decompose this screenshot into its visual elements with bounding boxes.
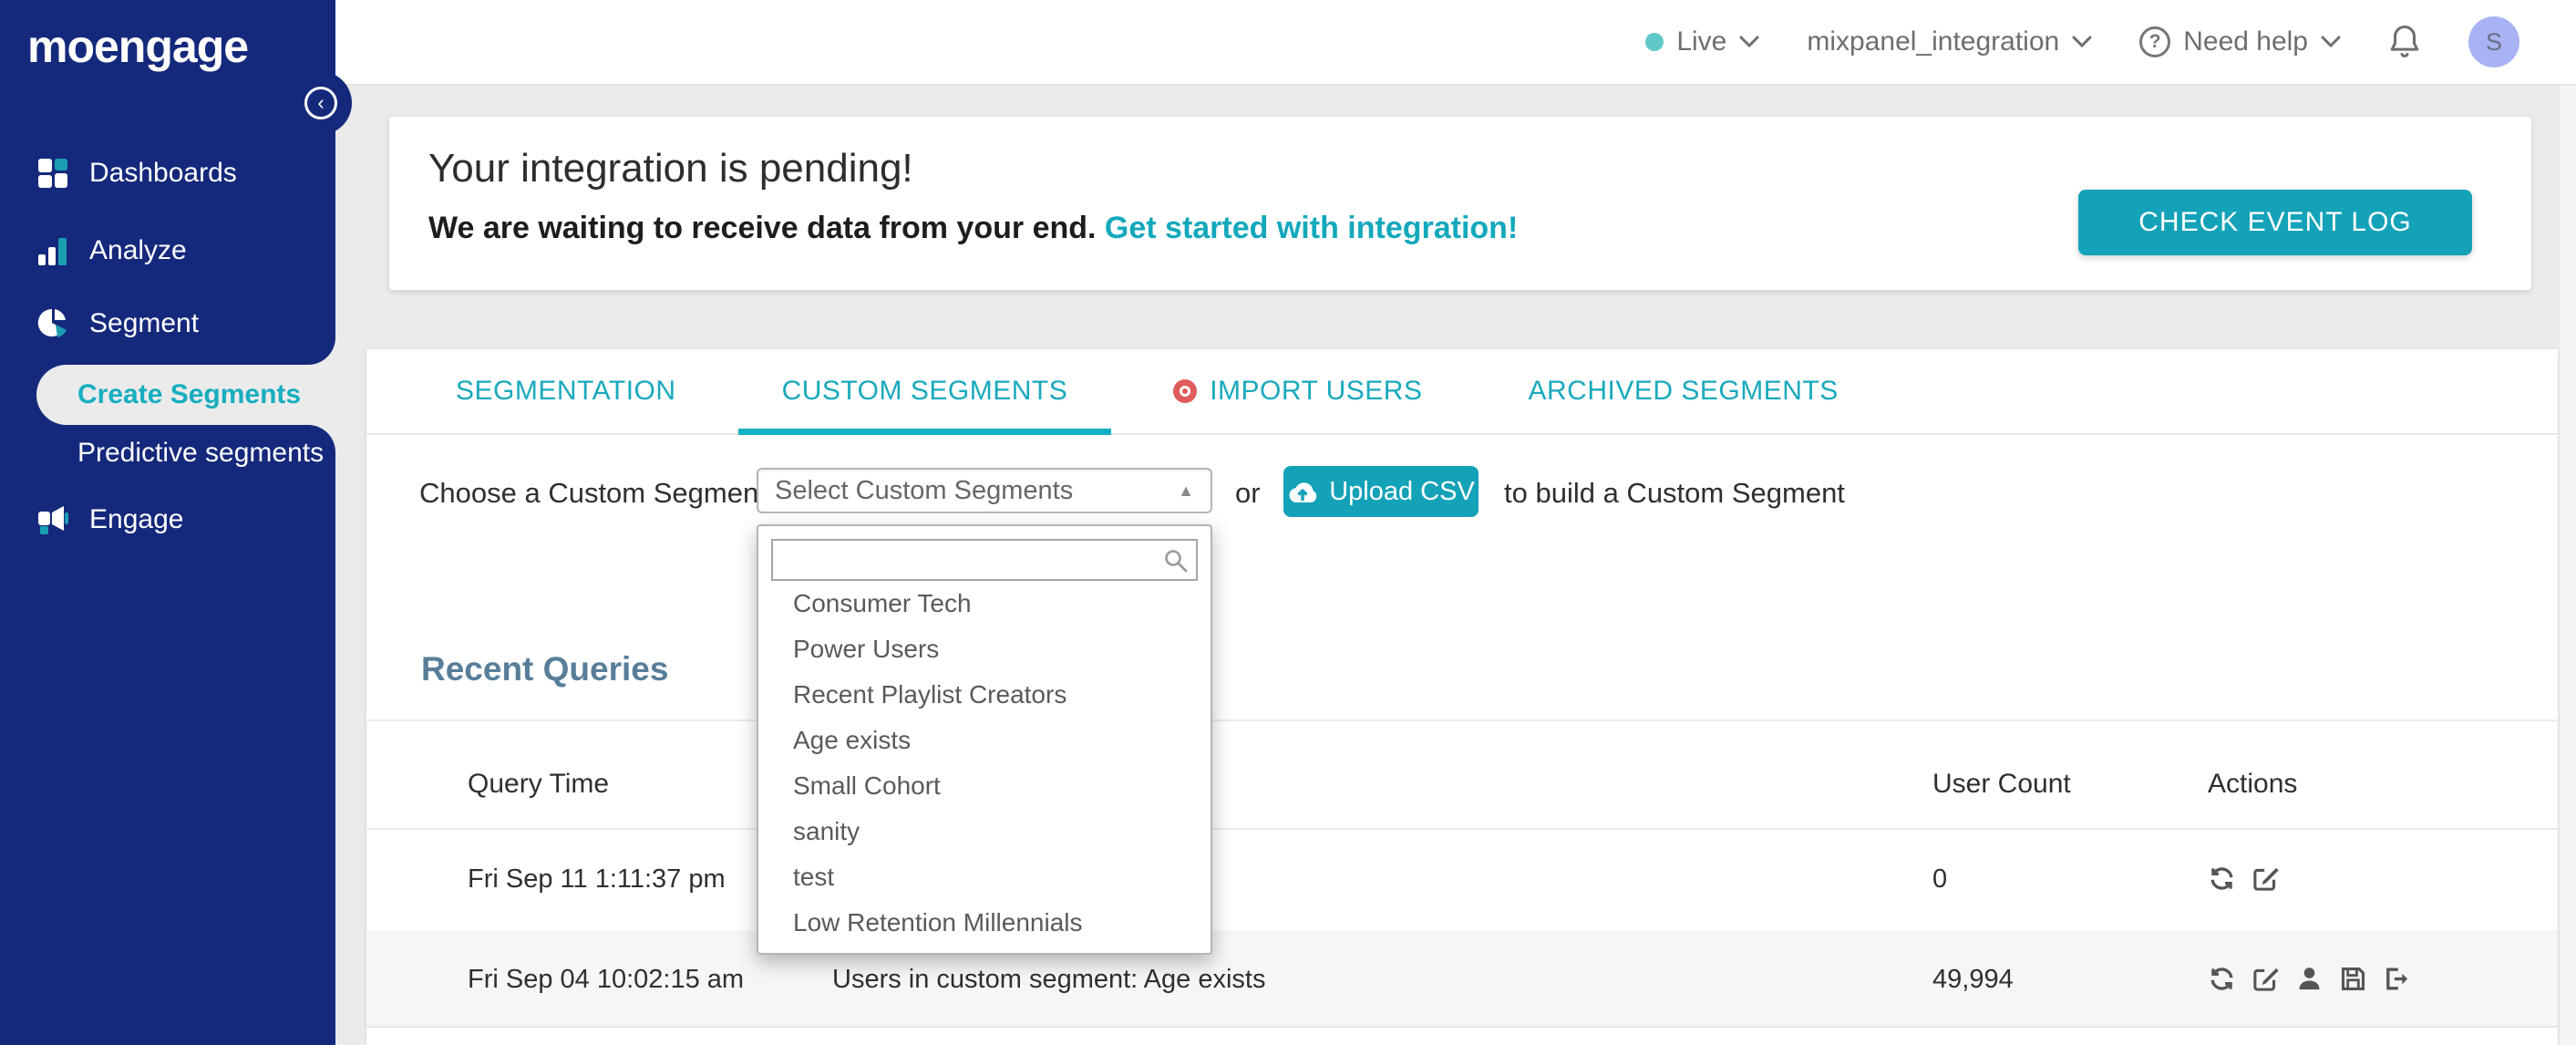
dropdown-option[interactable]: Small Cohort [771, 763, 1198, 809]
analyze-bars-icon [38, 238, 67, 265]
table-row: Fri Sep 04 10:02:15 am Users in custom s… [366, 930, 2558, 1028]
query-time-cell: Fri Sep 11 1:11:37 pm [468, 864, 726, 894]
sidebar-item-create-segments[interactable]: Create Segments [77, 379, 301, 410]
user-count-cell: 0 [1932, 864, 1948, 894]
sidebar-item-segment[interactable]: Segment [36, 307, 199, 340]
tab-label: CUSTOM SEGMENTS [781, 376, 1068, 406]
workspace-switcher[interactable]: mixpanel_integration [1807, 26, 2092, 57]
banner-subtitle-text: We are waiting to receive data from your… [428, 211, 1097, 245]
tab-bar: SEGMENTATION CUSTOM SEGMENTS IMPORT USER… [366, 349, 2558, 435]
banner-subtitle: We are waiting to receive data from your… [428, 211, 1518, 246]
help-menu[interactable]: ? Need help [2139, 26, 2341, 57]
dropdown-option[interactable]: Power Users [771, 626, 1198, 672]
column-header-user-count: User Count [1932, 769, 2071, 799]
cloud-upload-icon [1289, 482, 1317, 502]
scrollbar-track[interactable] [2560, 86, 2576, 1045]
actions-cell [2208, 864, 2280, 893]
chevron-down-icon [2072, 36, 2092, 48]
upload-csv-label: Upload CSV [1329, 476, 1475, 506]
sidebar-collapse-button[interactable]: ‹ [304, 87, 337, 119]
top-bar: Live mixpanel_integration ? Need help S [335, 0, 2576, 86]
caret-up-icon: ▲ [1178, 481, 1194, 500]
tab-custom-segments[interactable]: CUSTOM SEGMENTS [737, 349, 1112, 435]
dropdown-option[interactable]: Recent Playlist Creators [771, 672, 1198, 718]
chevron-down-icon [1739, 36, 1759, 48]
live-status-dot [1645, 33, 1664, 51]
dropdown-option[interactable]: test [771, 854, 1198, 900]
tab-label: SEGMENTATION [456, 376, 676, 406]
column-header-actions: Actions [2208, 769, 2298, 799]
upload-csv-button[interactable]: Upload CSV [1283, 466, 1479, 517]
sidebar-item-label: Analyze [89, 235, 187, 265]
dropdown-search [771, 539, 1198, 581]
notifications-bell-icon[interactable] [2388, 24, 2421, 60]
pill-concave-corner [308, 337, 335, 365]
sidebar-item-engage[interactable]: Engage [36, 503, 183, 536]
build-segment-suffix: to build a Custom Segment [1504, 477, 1845, 509]
actions-cell [2208, 965, 2411, 993]
tab-import-users[interactable]: IMPORT USERS [1129, 349, 1466, 433]
segment-pie-icon [37, 308, 67, 337]
save-icon[interactable] [2339, 965, 2367, 993]
sidebar: moengage ‹ Dashboards Analyze Segment Cr… [0, 0, 352, 1045]
recent-queries-title: Recent Queries [421, 650, 669, 688]
get-started-link[interactable]: Get started with integration! [1105, 211, 1518, 245]
select-value: Select Custom Segments [775, 475, 1074, 505]
moengage-logo: moengage [27, 21, 249, 72]
user-icon[interactable] [2295, 965, 2324, 993]
export-icon[interactable] [2383, 965, 2411, 993]
query-time-cell: Fri Sep 04 10:02:15 am [468, 965, 745, 994]
tab-label: ARCHIVED SEGMENTS [1528, 376, 1839, 406]
dashboards-grid-icon [38, 159, 67, 188]
tab-label: IMPORT USERS [1210, 376, 1423, 406]
edit-icon[interactable] [2251, 965, 2280, 993]
choose-segment-label: Choose a Custom Segment: [419, 477, 775, 509]
refresh-icon[interactable] [2208, 864, 2236, 893]
sidebar-item-predictive-segments[interactable]: Predictive segments [77, 438, 324, 469]
banner-title: Your integration is pending! [428, 146, 913, 191]
dropdown-option[interactable]: sanity [771, 809, 1198, 854]
dropdown-option[interactable]: Low Retention Millennials [771, 900, 1198, 946]
user-count-cell: 49,994 [1932, 965, 2014, 994]
custom-segment-select[interactable]: Select Custom Segments ▲ [757, 468, 1212, 513]
workspace-name: mixpanel_integration [1807, 26, 2060, 57]
sidebar-item-analyze[interactable]: Analyze [36, 234, 187, 267]
custom-segment-dropdown: Consumer Tech Power Users Recent Playlis… [757, 524, 1212, 955]
tab-archived-segments[interactable]: ARCHIVED SEGMENTS [1484, 349, 1881, 433]
engage-megaphone-icon [38, 506, 68, 534]
sidebar-item-dashboards[interactable]: Dashboards [36, 157, 237, 190]
sidebar-item-label: Engage [89, 504, 184, 534]
dropdown-option[interactable]: Age exists [771, 718, 1198, 763]
environment-switcher[interactable]: Live [1645, 26, 1759, 57]
live-label: Live [1676, 26, 1727, 57]
sidebar-item-label: Dashboards [89, 158, 237, 188]
edit-icon[interactable] [2251, 864, 2280, 893]
tab-segmentation[interactable]: SEGMENTATION [412, 349, 720, 433]
user-avatar[interactable]: S [2468, 16, 2519, 67]
sidebar-item-label: Segment [89, 308, 200, 338]
or-text: or [1235, 477, 1261, 509]
check-event-log-button[interactable]: CHECK EVENT LOG [2078, 190, 2472, 255]
segments-panel: SEGMENTATION CUSTOM SEGMENTS IMPORT USER… [366, 349, 2558, 1045]
chevron-down-icon [2321, 36, 2341, 48]
query-info-cell: Users in custom segment: Age exists [832, 965, 1266, 994]
table-header-row: Query Time User Count Actions [366, 721, 2558, 830]
integration-pending-banner: Your integration is pending! We are wait… [389, 117, 2531, 290]
column-header-query-time: Query Time [468, 769, 610, 799]
import-users-dot-icon [1173, 379, 1198, 403]
table-row: Fri Sep 11 1:11:37 pm 0 [366, 830, 2558, 930]
dropdown-option[interactable]: Consumer Tech [771, 581, 1198, 626]
search-icon [1165, 550, 1188, 573]
help-icon: ? [2139, 26, 2171, 57]
dropdown-search-input[interactable] [773, 541, 1196, 579]
help-label: Need help [2183, 26, 2308, 57]
refresh-icon[interactable] [2208, 965, 2236, 993]
